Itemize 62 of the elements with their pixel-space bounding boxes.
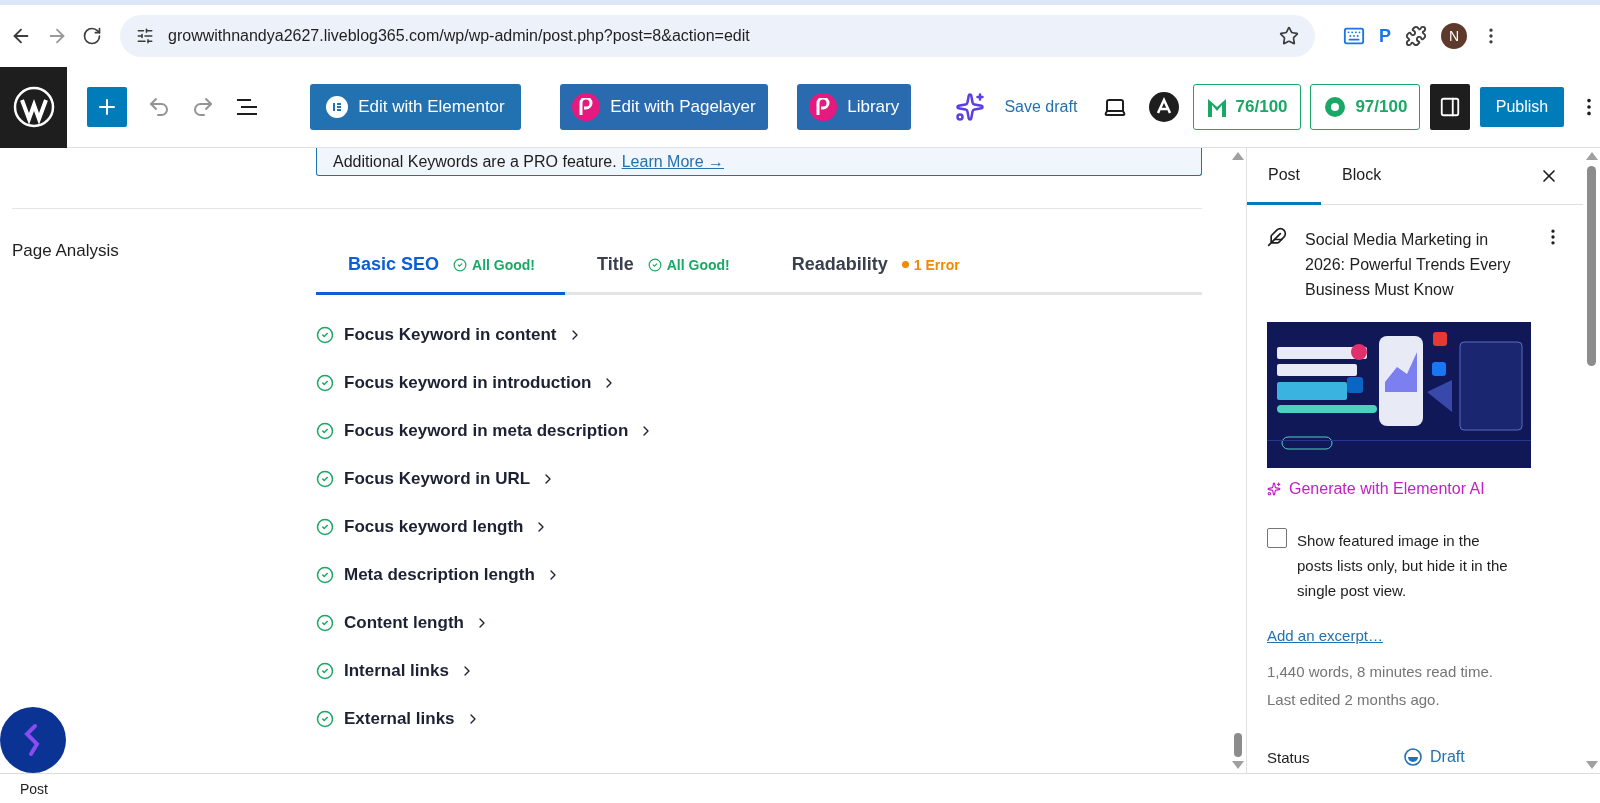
- tab-status: All Good!: [453, 256, 536, 273]
- site-settings-icon[interactable]: [136, 27, 154, 45]
- feather-icon: [1267, 227, 1287, 247]
- add-excerpt-link[interactable]: Add an excerpt…: [1267, 627, 1383, 644]
- status-dropdown[interactable]: Draft: [1404, 748, 1465, 766]
- edit-with-pagelayer-button[interactable]: Edit with Pagelayer: [560, 84, 768, 130]
- sparkle-icon: [1267, 482, 1281, 496]
- profile-avatar[interactable]: N: [1441, 23, 1467, 49]
- analysis-tab[interactable]: Readability 1 Error: [759, 237, 990, 295]
- astra-logo-icon[interactable]: [1148, 92, 1179, 122]
- save-draft-button[interactable]: Save draft: [998, 97, 1084, 117]
- check-icon: [647, 257, 662, 272]
- tab-label: Basic SEO: [348, 254, 440, 275]
- extension-button[interactable]: P: [1379, 25, 1391, 47]
- analysis-check-item[interactable]: External links: [316, 709, 481, 729]
- check-icon: [453, 257, 468, 272]
- post-title: Social Media Marketing in 2026: Powerful Trends Every Business Must Know: [1305, 230, 1512, 300]
- generate-ai-link[interactable]: Generate with Elementor AI: [1267, 480, 1485, 498]
- publish-button[interactable]: Publish: [1479, 87, 1565, 127]
- checkbox-label: Show featured image in the posts lists only, but hide it in the single post view.: [1297, 531, 1509, 601]
- settings-panel-toggle[interactable]: [1430, 84, 1470, 130]
- analysis-check-item[interactable]: Internal links: [316, 661, 475, 681]
- analysis-check-item[interactable]: Meta description length: [316, 565, 561, 585]
- panel-icon: [1439, 96, 1462, 118]
- address-bar[interactable]: growwithnandya2627.liveblog365.com/wp/wp-admin/post.php?post=8&action=edit: [120, 15, 1315, 57]
- wordpress-logo[interactable]: [0, 66, 68, 148]
- analysis-tab[interactable]: Basic SEO All Good!: [316, 237, 566, 295]
- draft-status-icon: [1404, 748, 1422, 766]
- breadcrumb[interactable]: Post: [20, 780, 48, 797]
- sidebar-tab[interactable]: Block: [1321, 148, 1403, 205]
- keyboard-icon[interactable]: [1343, 25, 1365, 47]
- post-stat-text: 1,440 words, 8 minutes read time.: [1267, 662, 1494, 682]
- add-block-button[interactable]: [87, 87, 128, 127]
- analysis-tab[interactable]: Title All Good!: [565, 237, 760, 295]
- document-overview-icon[interactable]: [235, 97, 260, 117]
- analysis-check-item[interactable]: Content length: [316, 613, 490, 633]
- pagelayer-icon: [572, 93, 601, 121]
- notice-text: Additional Keywords are a PRO feature.: [333, 152, 617, 171]
- reload-button[interactable]: [82, 26, 102, 46]
- learn-more-link[interactable]: Learn More →: [621, 152, 724, 171]
- analysis-check-item[interactable]: Focus keyword in introduction: [316, 373, 618, 393]
- elementor-icon: [326, 96, 349, 118]
- analysis-check-item[interactable]: Focus Keyword in content: [316, 325, 583, 345]
- sparkle-icon[interactable]: [954, 92, 985, 122]
- pagelayer-icon: [809, 93, 838, 121]
- sidebar-tab[interactable]: Post: [1247, 148, 1321, 205]
- analysis-check-item[interactable]: Focus Keyword in URL: [316, 469, 557, 489]
- error-dot-icon: [901, 261, 909, 268]
- tab-label: Readability: [791, 254, 888, 275]
- status-label: Status: [1267, 748, 1311, 766]
- bookmark-star-icon[interactable]: [1279, 26, 1299, 46]
- analysis-check-item[interactable]: Focus keyword in meta description: [316, 421, 655, 441]
- section-heading: Page Analysis: [11, 240, 120, 262]
- library-button[interactable]: Library: [797, 84, 912, 130]
- tab-label: Title: [597, 254, 634, 275]
- edit-with-elementor-button[interactable]: Edit with Elementor: [310, 84, 521, 130]
- analysis-check-item[interactable]: Focus keyword length: [316, 517, 550, 537]
- tab-status: 1 Error: [901, 256, 960, 273]
- extensions-icon[interactable]: [1405, 25, 1427, 47]
- post-stat-text: Last edited 2 months ago.: [1267, 690, 1441, 710]
- featured-image-checkbox[interactable]: [1267, 528, 1287, 548]
- tab-status: All Good!: [647, 256, 730, 273]
